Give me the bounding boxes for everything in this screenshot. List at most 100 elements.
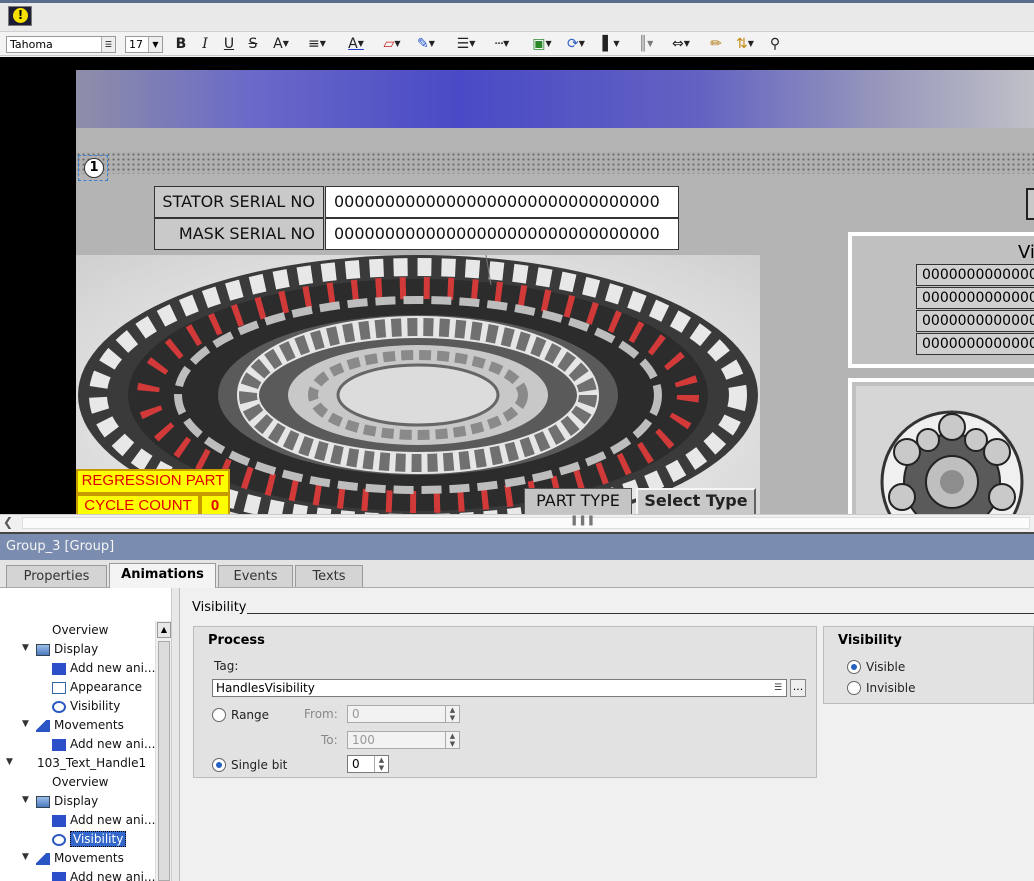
tree-item-visibility[interactable]: Visibility bbox=[52, 697, 120, 715]
visibility-group-title: Visibility bbox=[838, 633, 902, 648]
tree-item-label: Overview bbox=[52, 623, 109, 637]
eye-icon bbox=[52, 700, 66, 713]
movements-icon bbox=[36, 852, 50, 865]
strikethrough-button[interactable]: S bbox=[245, 34, 261, 54]
tree-item-add-animation[interactable]: Add new ani... bbox=[52, 735, 155, 753]
single-bit-radio[interactable] bbox=[212, 758, 226, 772]
chevron-down-icon[interactable]: ▼ bbox=[148, 37, 162, 52]
scrollbar-thumb[interactable] bbox=[22, 517, 1030, 529]
stator-serial-label: STATOR SERIAL NO bbox=[154, 186, 324, 218]
tree-item-label: Overview bbox=[52, 775, 109, 789]
line-style-icon[interactable]: ┄▼ bbox=[487, 34, 517, 54]
canvas-horizontal-scrollbar[interactable]: ❮ ❚❚❚ bbox=[0, 514, 1034, 531]
same-size-icon[interactable]: ⇔▼ bbox=[666, 34, 696, 54]
tab-texts[interactable]: Texts bbox=[295, 565, 363, 587]
tree-item-add-animation[interactable]: Add new ani... bbox=[52, 659, 155, 677]
visibility-group: Visibility Visible Invisible bbox=[823, 626, 1034, 704]
font-name-combo[interactable]: Tahoma ☰ bbox=[6, 36, 116, 53]
format-painter-icon[interactable]: ✏ bbox=[707, 34, 725, 54]
italic-button[interactable]: I bbox=[197, 34, 213, 54]
tree-item-label: Visibility bbox=[70, 831, 127, 847]
chevron-down-icon[interactable]: ▼ bbox=[22, 643, 29, 653]
chevron-left-icon[interactable]: ❮ bbox=[3, 515, 13, 529]
chevron-down-icon[interactable]: ▼ bbox=[22, 795, 29, 805]
tree-item-appearance[interactable]: Appearance bbox=[52, 678, 142, 696]
stepper-arrows-icon: ▲ ▼ bbox=[445, 706, 459, 722]
tree-item-add-animation[interactable]: Add new ani... bbox=[52, 868, 155, 881]
visible-radio[interactable] bbox=[847, 660, 861, 674]
stepper-arrows-icon[interactable]: ▲ ▼ bbox=[374, 756, 388, 772]
tree-item-display[interactable]: Display bbox=[36, 792, 98, 810]
range-radio[interactable] bbox=[212, 708, 226, 722]
screen-number-badge[interactable]: 1 bbox=[78, 155, 108, 181]
tree-item-display[interactable]: Display bbox=[36, 640, 98, 658]
single-bit-stepper[interactable]: 0 ▲ ▼ bbox=[347, 755, 389, 773]
arrange-icon[interactable]: ▣▼ bbox=[527, 34, 557, 54]
stator-serial-field[interactable]: 00000000000000000000000000000000 bbox=[325, 186, 679, 218]
distribute-icon[interactable]: ║▼ bbox=[631, 34, 661, 54]
add-animation-icon bbox=[52, 871, 66, 881]
display-icon bbox=[36, 795, 50, 808]
layer-icon[interactable]: ⇅▼ bbox=[730, 34, 760, 54]
single-bit-label: Single bit bbox=[231, 758, 288, 772]
tree-item-label: Visibility bbox=[70, 699, 121, 713]
vision-row: 00000000000000 bbox=[916, 287, 1034, 309]
cycle-count-label: CYCLE COUNT bbox=[76, 494, 200, 514]
tree-item-visibility-selected[interactable]: Visibility bbox=[52, 830, 127, 848]
tree-item-label: Add new ani... bbox=[70, 737, 156, 751]
line-width-icon[interactable]: ☰▼ bbox=[451, 34, 481, 54]
warning-icon[interactable]: ! bbox=[8, 6, 32, 26]
tree-item-overview[interactable]: Overview bbox=[52, 773, 109, 791]
align-icon[interactable]: ≡▼ bbox=[302, 34, 332, 54]
tree-item-label: Movements bbox=[54, 851, 124, 865]
fill-color-icon[interactable]: ▱▼ bbox=[377, 34, 407, 54]
tree-item-label: 103_Text_Handle1 bbox=[37, 756, 147, 770]
process-title: Process bbox=[208, 633, 265, 648]
font-color-button[interactable]: A▼ bbox=[341, 34, 371, 54]
font-list-icon[interactable]: ☰ bbox=[101, 37, 115, 52]
top-strip bbox=[0, 0, 1034, 32]
eye-icon bbox=[52, 833, 66, 846]
zoom-icon[interactable]: ⚲ bbox=[766, 34, 784, 54]
add-animation-icon bbox=[52, 814, 66, 827]
font-name-value: Tahoma bbox=[10, 38, 53, 51]
chevron-down-icon[interactable]: ▼ bbox=[22, 719, 29, 729]
tree-item-label: Display bbox=[54, 794, 99, 808]
tab-animations[interactable]: Animations bbox=[109, 563, 216, 588]
font-size-value: 17 bbox=[129, 38, 143, 51]
chevron-down-icon[interactable]: ▼ bbox=[6, 757, 13, 767]
bold-button[interactable]: B bbox=[173, 34, 189, 54]
regression-part-label: REGRESSION PART bbox=[76, 469, 230, 494]
align-objects-icon[interactable]: ▌▼ bbox=[596, 34, 626, 54]
tab-properties[interactable]: Properties bbox=[6, 565, 107, 587]
browse-button[interactable]: ... bbox=[790, 679, 806, 697]
visibility-panel: Visibility Process Tag: HandlesVisibilit… bbox=[181, 588, 1034, 881]
tree-item-text-handle[interactable]: 103_Text_Handle1 bbox=[37, 754, 146, 772]
tree-scrollbar[interactable]: ▲ bbox=[155, 621, 171, 881]
select-type-button[interactable]: Select Type bbox=[636, 488, 756, 514]
text-size-button[interactable]: A▼ bbox=[266, 34, 296, 54]
underline-button[interactable]: U bbox=[221, 34, 237, 54]
line-color-icon[interactable]: ✎▼ bbox=[411, 34, 441, 54]
tree-item-movements[interactable]: Movements bbox=[36, 849, 124, 867]
mask-serial-field[interactable]: 00000000000000000000000000000000 bbox=[325, 218, 679, 250]
tag-list-icon[interactable]: ☰ bbox=[771, 681, 785, 695]
rotate-icon[interactable]: ⟳▼ bbox=[561, 34, 591, 54]
part-type-label: PART TYPE bbox=[524, 488, 632, 514]
from-label: From: bbox=[304, 707, 338, 721]
invisible-radio[interactable] bbox=[847, 681, 861, 695]
tree-item-movements[interactable]: Movements bbox=[36, 716, 124, 734]
tag-input[interactable]: HandlesVisibility ☰ bbox=[212, 679, 787, 697]
chevron-up-icon[interactable]: ▲ bbox=[157, 622, 171, 638]
chevron-down-icon[interactable]: ▼ bbox=[22, 852, 29, 862]
tree-scrollbar-thumb[interactable] bbox=[158, 641, 170, 881]
font-size-combo[interactable]: 17 ▼ bbox=[125, 36, 163, 53]
tree-item-overview[interactable]: Overview bbox=[52, 621, 109, 639]
vision-panel-title: Vi bbox=[1018, 242, 1034, 263]
format-toolbar: Tahoma ☰ 17 ▼ B I U S A▼ ≡▼ A▼ ▱▼ ✎▼ ☰▼ … bbox=[0, 32, 1034, 56]
tab-events[interactable]: Events bbox=[218, 565, 293, 587]
tree-item-add-animation[interactable]: Add new ani... bbox=[52, 811, 155, 829]
panel-splitter[interactable] bbox=[172, 588, 180, 881]
range-label: Range bbox=[231, 708, 270, 722]
editor-canvas[interactable]: 1 STATOR SERIAL NO 000000000000000000000… bbox=[0, 57, 1034, 514]
